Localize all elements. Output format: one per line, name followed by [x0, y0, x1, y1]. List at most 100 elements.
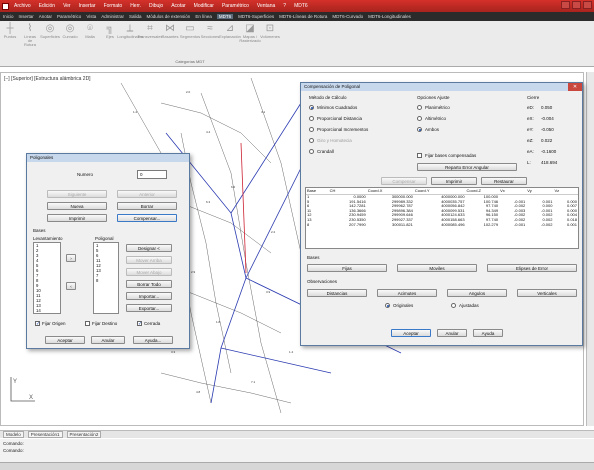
mover-arriba-button[interactable]: Mover Arriba — [126, 256, 172, 264]
levantamiento-list[interactable]: 123456789101112131415161718 — [33, 242, 61, 314]
menu-item[interactable]: Formato — [104, 3, 123, 9]
add-to-poligonal-button[interactable]: › — [66, 254, 76, 262]
results-table[interactable]: Base CH Coord.X Coord.Y Coord.Z Vx Vy Vz 1 0.000… — [305, 187, 579, 249]
ribbon-tab[interactable]: Paramétrico — [57, 14, 81, 19]
originales-radio[interactable] — [385, 303, 390, 308]
ribbon-tab[interactable]: Inicio — [3, 14, 14, 19]
ribbon-tool-button[interactable]: ⟂ Longitudinales — [117, 23, 143, 47]
layout-tab[interactable]: Presentación2 — [66, 431, 102, 438]
menu-item[interactable]: Ver — [63, 3, 71, 9]
maximize-icon[interactable] — [572, 1, 581, 9]
metodo-radio[interactable] — [309, 127, 314, 132]
opcion-radio[interactable] — [417, 116, 422, 121]
angulos-button[interactable]: Angulos — [447, 289, 507, 297]
verticales-button[interactable]: Verticales — [517, 289, 577, 297]
ribbon-tool-button[interactable]: ⌇ Líneas de Rotura — [23, 23, 37, 47]
compensar-button[interactable]: Compensar... — [117, 214, 177, 222]
ribbon-tool-button[interactable]: ◎ Superficies — [40, 23, 60, 47]
designar-button[interactable]: Designar < — [126, 244, 172, 252]
metodo-radio[interactable] — [309, 116, 314, 121]
reparto-error-button[interactable]: Reparto Error Angular — [417, 163, 517, 171]
fijas-button[interactable]: Fijas — [307, 264, 387, 272]
metodo-radio[interactable] — [309, 138, 314, 143]
poligonales-aceptar-button[interactable]: Aceptar — [45, 336, 85, 344]
ribbon-tab[interactable]: MDT6-Longitudinales — [368, 14, 411, 19]
close-window-icon[interactable] — [583, 1, 592, 9]
menu-item[interactable]: Insertar — [79, 3, 96, 9]
ribbon-tool-button[interactable]: ◪ Mapas / Rasterizado — [239, 23, 260, 47]
ribbon-tool-button[interactable]: ◎ Curvado — [62, 23, 77, 47]
ribbon-tab[interactable]: Anotar — [39, 14, 52, 19]
ribbon-tab[interactable]: Salida — [129, 14, 142, 19]
menu-item[interactable]: Archivo — [14, 3, 31, 9]
poligonales-anular-button[interactable]: Anular — [91, 336, 125, 344]
menu-item[interactable]: Acotar — [171, 3, 185, 9]
imprimir-dlg-button[interactable]: Imprimir — [431, 177, 477, 185]
ribbon-tool-button[interactable]: ≈ Secciones — [201, 23, 219, 47]
ribbon-tool-button[interactable]: ┼ Puntos — [3, 23, 17, 47]
nueva-button[interactable]: Nueva — [47, 202, 107, 210]
compensacion-aceptar-button[interactable]: Aceptar — [391, 329, 431, 337]
layout-tab[interactable]: Presentación1 — [27, 431, 63, 438]
distancias-button[interactable]: Distancias — [307, 289, 367, 297]
opcion-radio[interactable] — [417, 127, 422, 132]
imprimir-button[interactable]: Imprimir — [47, 214, 107, 222]
vertical-scrollbar[interactable] — [586, 72, 594, 426]
poligonales-ayuda-button[interactable]: Ayuda... — [133, 336, 173, 344]
importar-button[interactable]: Importar... — [126, 292, 172, 300]
cerrada-checkbox[interactable]: ✓ — [137, 321, 142, 327]
layout-tab[interactable]: Modelo — [3, 431, 24, 438]
list-item[interactable]: 8 — [94, 278, 118, 283]
compensacion-ayuda-button[interactable]: Ayuda — [473, 329, 503, 337]
menu-item[interactable]: Edición — [39, 3, 55, 9]
menu-item[interactable]: Herr. — [130, 3, 141, 9]
ajustadas-radio[interactable] — [451, 303, 456, 308]
numero-input[interactable]: 0 — [137, 170, 167, 179]
fijar-origen-checkbox[interactable]: ✓ — [35, 321, 40, 327]
app-menu-icon[interactable] — [2, 2, 9, 10]
ribbon-tab[interactable]: Insertar — [19, 14, 34, 19]
ribbon-tool-button[interactable]: ⌾ Malla — [83, 23, 97, 47]
ribbon-tool-button[interactable]: ⋈ Rasantes — [162, 23, 179, 47]
menu-item[interactable]: Dibujo — [149, 3, 163, 9]
menu-item[interactable]: Paramétrico — [222, 3, 249, 9]
ribbon-tool-button[interactable]: ▭ Segmentos — [180, 23, 200, 47]
list-item[interactable]: 15 — [34, 313, 60, 314]
ribbon-tab[interactable]: MDT6-Líneas de Rotura — [279, 14, 327, 19]
menu-item[interactable]: Ventana — [257, 3, 275, 9]
close-icon[interactable]: ✕ — [568, 83, 582, 91]
poligonal-list[interactable]: 1 5 6 11 12 13 7 8 — [93, 242, 119, 314]
exportar-button[interactable]: Exportar... — [126, 304, 172, 312]
ribbon-tab[interactable]: En línea — [195, 14, 212, 19]
metodo-radio[interactable] — [309, 149, 314, 154]
ribbon-tool-button[interactable]: ⊡ Volúmenes — [260, 23, 280, 47]
menu-item[interactable]: ? — [283, 3, 286, 9]
elipses-button[interactable]: Elipses de Error — [487, 264, 577, 272]
compensacion-anular-button[interactable]: Anular — [437, 329, 467, 337]
acimutes-button[interactable]: Acimutes — [377, 289, 437, 297]
ribbon-tab[interactable]: MDT6 — [216, 14, 234, 19]
ribbon-tab[interactable]: Módulos de extensión — [147, 14, 191, 19]
mover-abajo-button[interactable]: Mover Abajo — [126, 268, 172, 276]
minimize-icon[interactable] — [561, 1, 570, 9]
borrar-todo-button[interactable]: Borrar Todo — [126, 280, 172, 288]
menu-item[interactable]: Modificar — [194, 3, 214, 9]
opcion-radio[interactable] — [417, 105, 422, 110]
fijar-bases-checkbox[interactable] — [417, 153, 422, 158]
fijar-destino-checkbox[interactable] — [85, 321, 90, 326]
remove-from-poligonal-button[interactable]: ‹ — [66, 282, 76, 290]
ribbon-tool-button[interactable]: ╗ Ejes — [103, 23, 117, 47]
ribbon-tab[interactable]: Vista — [86, 14, 96, 19]
ribbon-tab[interactable]: Administrar — [101, 14, 124, 19]
command-line[interactable]: Comando: Comando: — [0, 439, 594, 462]
viewport-label[interactable]: [−] [Superior] [Estructura alámbrica 2D] — [4, 76, 91, 82]
ribbon-tool-button[interactable]: ⊿ Explanación — [219, 23, 241, 47]
metodo-radio[interactable] — [309, 105, 314, 110]
menu-item[interactable]: MDT6 — [294, 3, 308, 9]
ribbon-tab[interactable]: MDT6-Curvado — [332, 14, 363, 19]
borrar-button[interactable]: Borrar — [117, 202, 177, 210]
ribbon-tool-button[interactable]: ⌗ Transversales — [138, 23, 163, 47]
moviles-button[interactable]: Moviles — [397, 264, 477, 272]
restaurar-button[interactable]: Restaurar — [481, 177, 527, 185]
anterior-button[interactable]: Anterior — [117, 190, 177, 198]
